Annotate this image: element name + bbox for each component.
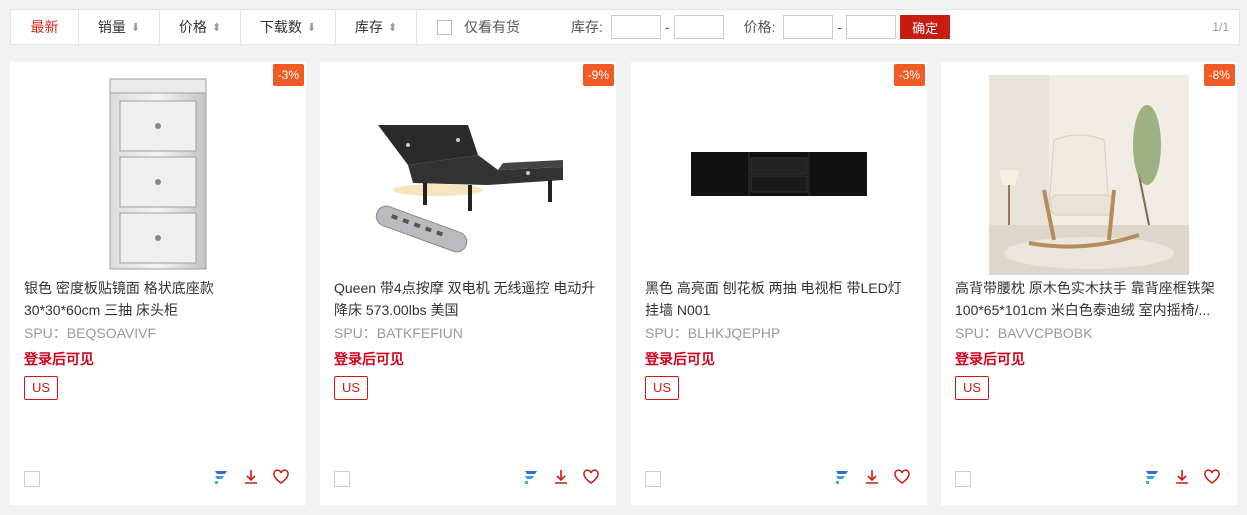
login-to-view-price[interactable]: 登录后可见	[24, 349, 94, 369]
in-stock-checkbox[interactable]	[437, 19, 452, 35]
product-spu: SPU：BLHKJQEPHP	[645, 325, 781, 341]
price-range: 价格: - 确定	[744, 15, 951, 39]
sort-updown-icon: ⬍	[211, 21, 222, 34]
publish-icon[interactable]	[212, 468, 230, 486]
card-actions	[522, 468, 600, 486]
price-range-label: 价格:	[743, 19, 776, 35]
price-max-input[interactable]	[846, 15, 897, 39]
product-spu: SPU：BEQSOAVIVF	[24, 325, 156, 341]
in-stock-label: 仅看有货	[464, 19, 520, 35]
download-icon[interactable]	[552, 468, 570, 486]
product-title[interactable]: 银色 密度板贴镜面 格状底座款 30*30*60cm 三抽 床头柜	[24, 277, 292, 321]
product-spu: SPU：BAVVCPBOBK	[955, 325, 1093, 341]
sort-sales-label: 销量	[97, 19, 126, 35]
stock-max-input[interactable]	[673, 15, 724, 39]
product-spu: SPU：BATKFEFIUN	[334, 325, 463, 341]
sort-latest-label: 最新	[30, 19, 59, 35]
card-actions	[212, 468, 290, 486]
product-title[interactable]: Queen 带4点按摩 双电机 无线遥控 电动升降床 573.00lbs 美国	[334, 277, 602, 321]
product-title[interactable]: 黑色 高亮面 刨花板 两抽 电视柜 带LED灯 挂墙 N001	[645, 277, 913, 321]
sort-stock[interactable]: 库存 ⬍	[336, 10, 417, 44]
region-tag: US	[645, 376, 680, 400]
sort-updown-icon: ⬍	[387, 21, 398, 34]
product-card[interactable]: -8% 高背带腰枕 原木色实木扶手 靠背座框铁架 100*65*101cm 米白…	[941, 62, 1237, 505]
page-indicator: 1/1	[1212, 20, 1229, 34]
sort-price-label: 价格	[178, 19, 207, 35]
product-card[interactable]: -3% 黑色 高亮面 刨花板 两抽 电视柜 带LED灯 挂墙 N001 SPU：…	[631, 62, 927, 505]
login-to-view-price[interactable]: 登录后可见	[955, 349, 1025, 369]
product-image[interactable]	[320, 72, 616, 277]
heart-icon[interactable]	[582, 468, 600, 486]
product-image[interactable]	[10, 72, 306, 277]
arrow-down-icon: ⬇	[306, 21, 317, 34]
publish-icon[interactable]	[1143, 468, 1161, 486]
tv-stand-image	[691, 151, 867, 196]
select-checkbox[interactable]	[334, 471, 350, 487]
sort-stock-label: 库存	[354, 19, 383, 35]
sort-price[interactable]: 价格 ⬍	[160, 10, 241, 44]
sort-sales[interactable]: 销量 ⬇	[79, 10, 160, 44]
region-tag: US	[334, 376, 369, 400]
confirm-button[interactable]: 确定	[900, 15, 951, 39]
region-tag: US	[955, 376, 990, 400]
sort-downloads-label: 下载数	[259, 19, 302, 35]
adjustable-bed-image	[375, 124, 563, 252]
select-checkbox[interactable]	[645, 471, 661, 487]
price-range-dash: -	[837, 19, 843, 35]
card-actions	[1143, 468, 1221, 486]
price-min-input[interactable]	[783, 15, 834, 39]
product-card[interactable]: -3% 银色 密度板贴镜面 格状底座款 30*30*60cm 三抽 床头柜 SP…	[10, 62, 306, 505]
sort-downloads[interactable]: 下载数 ⬇	[241, 10, 336, 44]
heart-icon[interactable]	[893, 468, 911, 486]
product-card[interactable]: -9% Queen 带4点按摩 双电机 无线遥控 电动升降床 573.00lbs…	[320, 62, 616, 505]
product-image[interactable]	[941, 72, 1237, 277]
login-to-view-price[interactable]: 登录后可见	[645, 349, 715, 369]
publish-icon[interactable]	[522, 468, 540, 486]
login-to-view-price[interactable]: 登录后可见	[334, 349, 404, 369]
rocking-chair-image	[989, 74, 1189, 275]
stock-range: 库存: -	[571, 15, 724, 39]
mirrored-nightstand-image	[109, 78, 207, 269]
filter-toolbar: 最新 销量 ⬇ 价格 ⬍ 下载数 ⬇ 库存 ⬍ 仅看有货 库存: - 价格: -…	[10, 9, 1240, 45]
sort-latest[interactable]: 最新	[11, 10, 79, 44]
product-image[interactable]	[631, 72, 927, 277]
publish-icon[interactable]	[833, 468, 851, 486]
product-title[interactable]: 高背带腰枕 原木色实木扶手 靠背座框铁架 100*65*101cm 米白色泰迪绒…	[955, 277, 1223, 321]
download-icon[interactable]	[1173, 468, 1191, 486]
select-checkbox[interactable]	[24, 471, 40, 487]
arrow-down-icon: ⬇	[130, 21, 141, 34]
download-icon[interactable]	[863, 468, 881, 486]
card-actions	[833, 468, 911, 486]
select-checkbox[interactable]	[955, 471, 971, 487]
region-tag: US	[24, 376, 59, 400]
in-stock-filter[interactable]: 仅看有货	[437, 17, 520, 37]
stock-min-input[interactable]	[610, 15, 661, 39]
heart-icon[interactable]	[1203, 468, 1221, 486]
stock-range-dash: -	[664, 19, 670, 35]
stock-range-label: 库存:	[571, 19, 603, 35]
download-icon[interactable]	[242, 468, 260, 486]
heart-icon[interactable]	[272, 468, 290, 486]
